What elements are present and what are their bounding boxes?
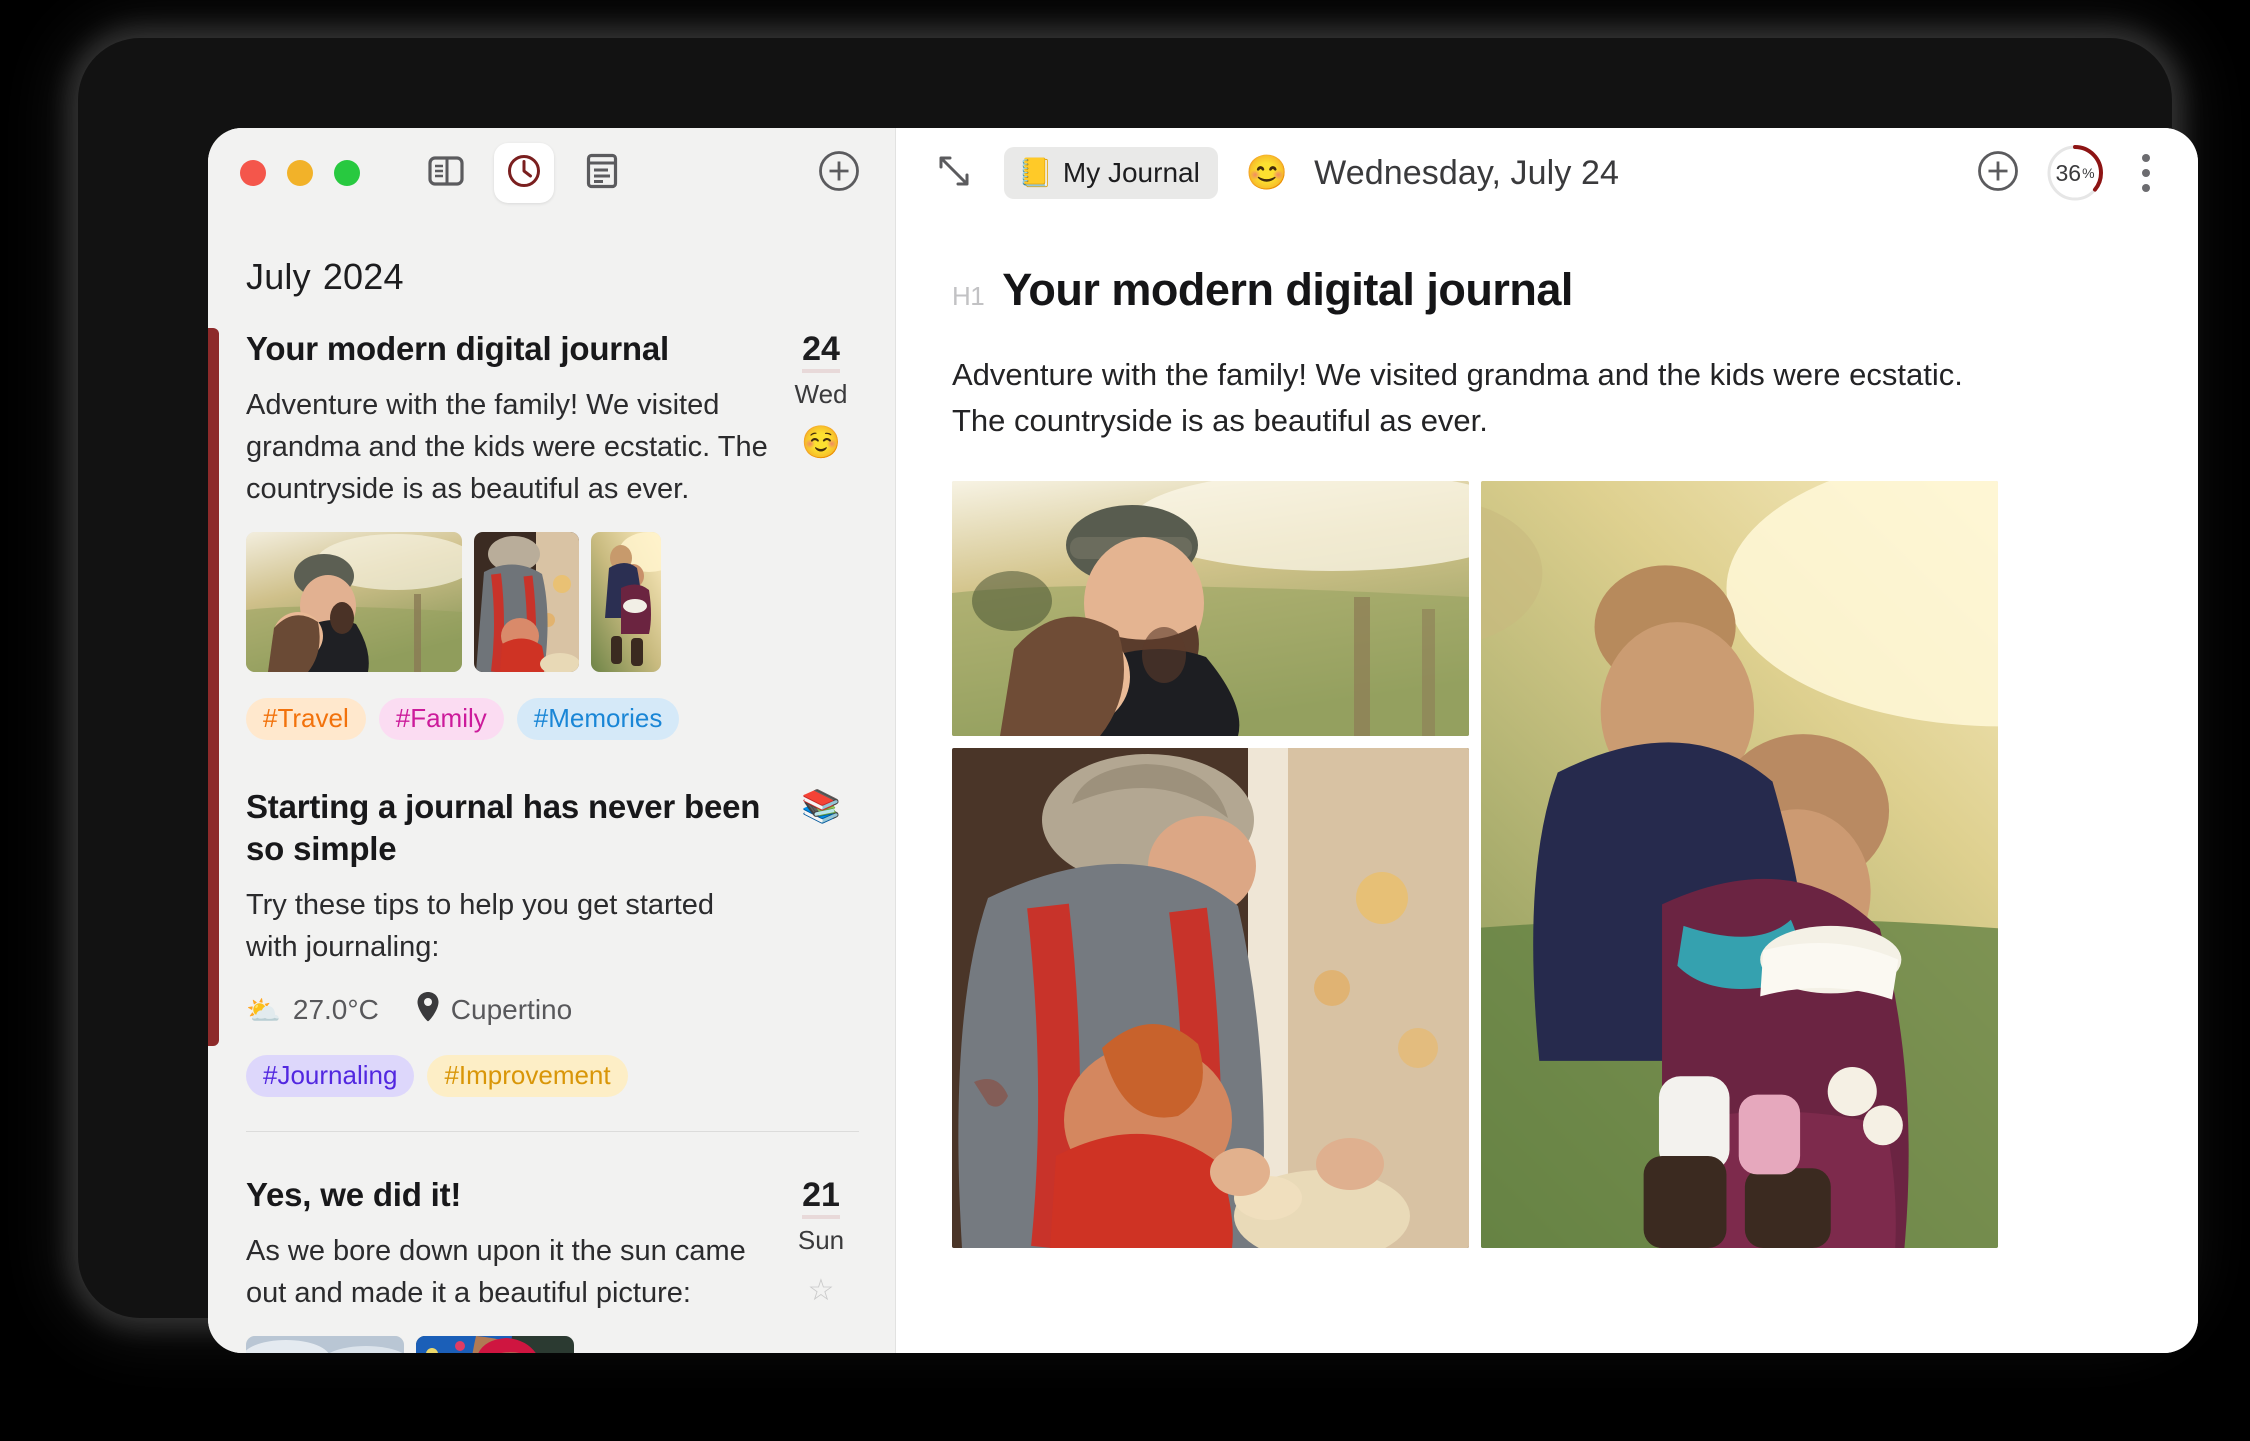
- sidebar-toolbar: [208, 128, 895, 218]
- kebab-dot: [2142, 169, 2150, 177]
- tag-family[interactable]: #Family: [378, 698, 504, 741]
- entry-date-meta: 📚: [783, 786, 859, 1097]
- year-number: 2024: [322, 256, 404, 297]
- progress-ring[interactable]: 36%: [2046, 144, 2104, 202]
- clock-icon: [506, 153, 542, 194]
- sidebar-tool-icons: [416, 143, 632, 203]
- journal-selector-chip[interactable]: 📒 My Journal: [1004, 147, 1218, 199]
- zoom-window-button[interactable]: [334, 160, 360, 186]
- photo-grandma-baking[interactable]: [952, 748, 1469, 1249]
- entry-weekday: Wed: [794, 378, 848, 409]
- location-name: Cupertino: [450, 994, 573, 1026]
- thumbnail-two-girls-reading[interactable]: [591, 532, 661, 673]
- entry-title: Starting a journal has never been so sim…: [246, 788, 761, 867]
- photo-two-girls-reading[interactable]: [1481, 481, 1998, 1249]
- document-list-icon: [586, 153, 618, 194]
- tag-travel[interactable]: #Travel: [246, 698, 366, 741]
- entry-date-meta: 21 Sun ☆: [783, 1174, 859, 1353]
- progress-unit: %: [2082, 165, 2095, 181]
- tag-improvement[interactable]: #Improvement: [427, 1054, 628, 1097]
- progress-value: 36: [2055, 159, 2082, 186]
- entry-mood-emoji-icon[interactable]: 😊: [1246, 156, 1288, 190]
- plus-circle-icon: [1976, 150, 2020, 197]
- photo-father-daughter-field[interactable]: [952, 481, 1469, 737]
- entry-thumbnails: [246, 532, 769, 673]
- sidebar-layout-icon: [428, 155, 464, 191]
- list-item[interactable]: Starting a journal has never been so sim…: [208, 786, 895, 1097]
- month-name: July: [246, 256, 311, 297]
- main-toolbar-actions: 36%: [1976, 144, 2162, 202]
- entry-weather-location: ⛅ 27.0°C Cupertino: [246, 991, 769, 1029]
- sidebar: July 2024 Your modern digital journal Ad…: [208, 128, 896, 1353]
- books-emoji-icon: 📚: [801, 788, 841, 825]
- document-title[interactable]: Your modern digital journal: [1002, 264, 1573, 316]
- tag-memories[interactable]: #Memories: [516, 698, 680, 741]
- document-heading-row: H1 Your modern digital journal: [952, 264, 2138, 316]
- location-pin-icon: [417, 991, 439, 1029]
- entry-date-meta: 24 Wed ☺️: [783, 328, 859, 740]
- favorite-star-icon[interactable]: ☆: [783, 1275, 859, 1306]
- entry-tags: #Journaling #Improvement: [246, 1054, 769, 1097]
- expand-button[interactable]: [930, 149, 978, 197]
- timeline-view-button[interactable]: [494, 143, 554, 203]
- entry-tags: #Travel #Family #Memories: [246, 698, 769, 741]
- document-photo-grid: [952, 481, 2138, 1249]
- entry-title: Yes, we did it!: [246, 1175, 462, 1213]
- entry-divider: [246, 1130, 859, 1132]
- thumbnail-hikers-mountains[interactable]: [246, 1336, 404, 1353]
- new-entry-button[interactable]: [813, 147, 865, 199]
- minimize-window-button[interactable]: [287, 160, 313, 186]
- entries-view-button[interactable]: [572, 143, 632, 203]
- document-editor[interactable]: H1 Your modern digital journal Adventure…: [896, 218, 2198, 1249]
- kebab-dot: [2142, 184, 2150, 192]
- device-bezel: July 2024 Your modern digital journal Ad…: [78, 38, 2198, 1353]
- close-window-button[interactable]: [240, 160, 266, 186]
- main-toolbar: 📒 My Journal 😊 Wednesday, July 24 36 %: [896, 128, 2198, 218]
- thumbnail-father-daughter-field[interactable]: [246, 532, 462, 673]
- entry-snippet: Try these tips to help you get started w…: [246, 888, 715, 963]
- entry-date-title: Wednesday, July 24: [1314, 153, 1619, 192]
- mood-emoji-icon: ☺️: [801, 423, 841, 460]
- kebab-dot: [2142, 154, 2150, 162]
- month-header: July 2024: [208, 218, 895, 298]
- entry-title: Your modern digital journal: [246, 330, 670, 367]
- entry-thumbnails: [246, 1336, 769, 1353]
- more-options-button[interactable]: [2130, 148, 2162, 198]
- document-body-text[interactable]: Adventure with the family! We visited gr…: [952, 352, 1992, 443]
- weather-icon: ⛅: [246, 994, 281, 1026]
- main-pane: 📒 My Journal 😊 Wednesday, July 24 36 % H…: [896, 128, 2198, 1353]
- add-block-button[interactable]: [1976, 149, 2020, 198]
- list-item[interactable]: Yes, we did it! As we bore down upon it …: [208, 1174, 895, 1353]
- tag-journaling[interactable]: #Journaling: [246, 1054, 415, 1097]
- heading-level-badge: H1: [952, 281, 985, 311]
- app-window: July 2024 Your modern digital journal Ad…: [208, 128, 2198, 1353]
- temperature-value: 27.0°C: [292, 994, 379, 1026]
- expand-arrows-icon: [937, 154, 971, 193]
- thumbnail-smiling-woman[interactable]: [416, 1336, 574, 1353]
- plus-circle-icon: [817, 149, 861, 198]
- sidebar-toggle-button[interactable]: [416, 143, 476, 203]
- notebook-icon: 📒: [1018, 157, 1053, 188]
- progress-percent-label: 36%: [2046, 144, 2104, 202]
- entry-day-number: 24: [802, 331, 840, 373]
- journal-name-label: My Journal: [1062, 156, 1200, 188]
- traffic-lights: [240, 160, 360, 186]
- list-item[interactable]: Your modern digital journal Adventure wi…: [208, 328, 895, 741]
- entry-list: Your modern digital journal Adventure wi…: [208, 328, 895, 1353]
- entry-day-number: 21: [802, 1177, 840, 1219]
- entry-snippet: Adventure with the family! We visited gr…: [246, 389, 768, 506]
- entry-snippet: As we bore down upon it the sun came out…: [246, 1235, 746, 1310]
- entry-weekday: Sun: [797, 1224, 845, 1255]
- thumbnail-grandma-baking[interactable]: [474, 532, 579, 673]
